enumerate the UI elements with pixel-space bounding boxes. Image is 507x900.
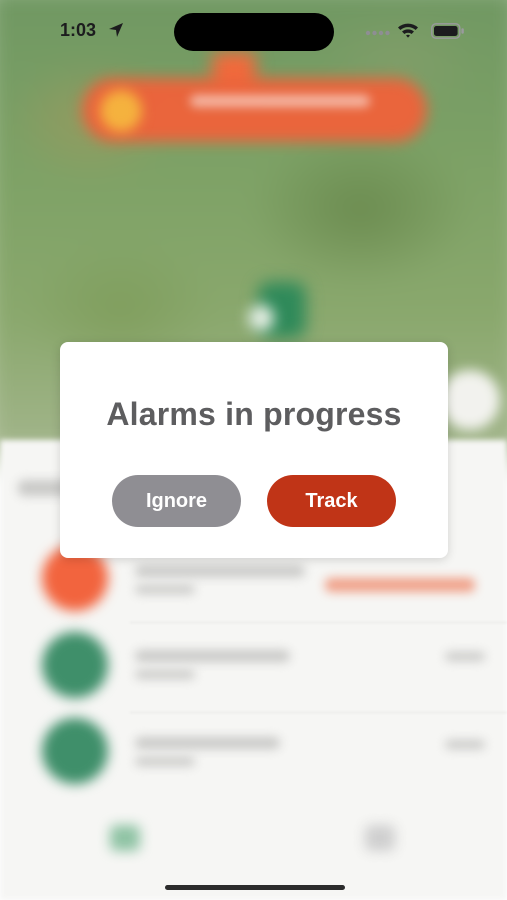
home-indicator[interactable] — [165, 885, 345, 890]
blurred-tab-icon — [110, 825, 140, 851]
blurred-row-avatar — [42, 632, 108, 698]
blurred-row-subtext — [135, 670, 195, 679]
alarms-dialog: Alarms in progress Ignore Track — [60, 342, 448, 558]
blurred-banner-text — [190, 95, 370, 107]
status-time: 1:03 — [60, 20, 97, 40]
blurred-row-text — [135, 650, 290, 662]
wifi-icon — [398, 23, 418, 38]
blurred-tab-icon — [365, 825, 395, 851]
blurred-row-text — [135, 565, 305, 577]
cellular-signal-icon — [365, 30, 390, 36]
blurred-row-text — [135, 737, 280, 749]
blurred-map-control — [440, 370, 500, 430]
navigation-arrow-icon — [109, 23, 123, 37]
blurred-map-pin-highlight — [248, 305, 274, 331]
dialog-title: Alarms in progress — [106, 396, 402, 432]
track-button[interactable]: Track — [267, 475, 396, 527]
ignore-button[interactable]: Ignore — [112, 475, 241, 527]
battery-icon — [431, 23, 464, 39]
blurred-divider — [130, 622, 507, 623]
blurred-row-subtext — [135, 757, 195, 766]
blurred-row-subtext — [135, 585, 195, 594]
status-bar: 1:03 — [0, 0, 507, 60]
blurred-row-badge — [325, 578, 475, 592]
blurred-banner-icon — [100, 90, 142, 132]
blurred-row-avatar — [42, 718, 108, 784]
blurred-row-meta — [445, 652, 485, 661]
blurred-row-meta — [445, 740, 485, 749]
dynamic-island — [174, 13, 334, 51]
blurred-divider — [130, 712, 507, 713]
